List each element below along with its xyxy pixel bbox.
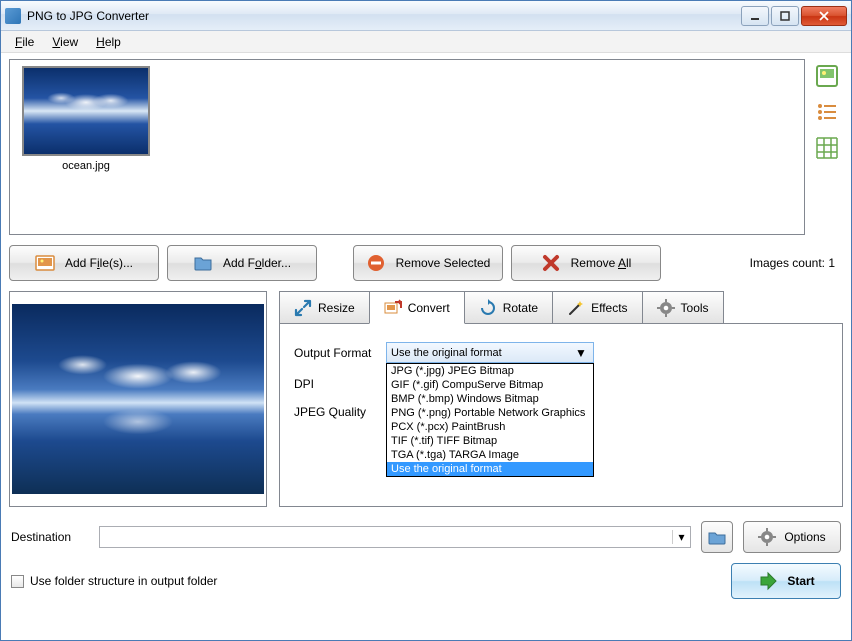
remove-selected-button[interactable]: Remove Selected (353, 245, 503, 281)
tab-effects[interactable]: Effects (552, 291, 642, 323)
output-format-select[interactable]: Use the original format ▼ (386, 342, 594, 363)
app-icon (5, 8, 21, 24)
effects-icon (567, 299, 585, 317)
dpi-label: DPI (294, 377, 386, 391)
file-thumbnail-label: ocean.jpg (16, 160, 156, 172)
tab-convert[interactable]: Convert (369, 291, 465, 324)
gear-icon (758, 528, 776, 546)
close-button[interactable] (801, 6, 847, 26)
remove-all-label: Remove All (571, 256, 632, 270)
thumbnail-view-icon[interactable] (814, 63, 840, 89)
chevron-down-icon: ▼ (573, 346, 589, 360)
dropdown-option[interactable]: TGA (*.tga) TARGA Image (387, 448, 593, 462)
remove-selected-label: Remove Selected (396, 256, 491, 270)
dropdown-option[interactable]: BMP (*.bmp) Windows Bitmap (387, 392, 593, 406)
minimize-button[interactable] (741, 6, 769, 26)
play-arrow-icon (757, 571, 777, 591)
folder-icon (193, 253, 213, 273)
destination-row: Destination ▾ Options (9, 521, 843, 553)
add-files-label: Add File(s)... (65, 256, 133, 270)
menu-help[interactable]: Help (88, 33, 129, 51)
start-button[interactable]: Start (731, 563, 841, 599)
toolbar: Add File(s)... Add Folder... Remove Sele… (9, 245, 843, 281)
destination-label: Destination (11, 530, 89, 544)
view-mode-tools (811, 59, 843, 235)
bottom-row: Use folder structure in output folder St… (9, 563, 843, 599)
dropdown-option[interactable]: PNG (*.png) Portable Network Graphics (387, 406, 593, 420)
output-format-dropdown[interactable]: JPG (*.jpg) JPEG Bitmap GIF (*.gif) Comp… (386, 363, 594, 477)
dropdown-option[interactable]: GIF (*.gif) CompuServe Bitmap (387, 378, 593, 392)
add-folder-button[interactable]: Add Folder... (167, 245, 317, 281)
menu-view[interactable]: View (44, 33, 86, 51)
tab-tools[interactable]: Tools (642, 291, 724, 323)
resize-icon (294, 299, 312, 317)
menu-bar: File View Help (1, 31, 851, 53)
jpeg-quality-label: JPEG Quality (294, 405, 386, 419)
folder-structure-checkbox[interactable]: Use folder structure in output folder (11, 574, 217, 588)
remove-all-icon (541, 253, 561, 273)
options-button[interactable]: Options (743, 521, 841, 553)
file-list-area[interactable]: ocean.jpg (9, 59, 805, 235)
content-area: ocean.jpg Add File(s)... Add Folder... (1, 53, 851, 607)
preview-image (12, 304, 264, 494)
images-count-label: Images count: 1 (750, 256, 835, 270)
file-thumbnail-image (22, 66, 150, 156)
picture-icon (35, 253, 55, 273)
tab-rotate[interactable]: Rotate (464, 291, 553, 323)
folder-open-icon (707, 527, 727, 547)
remove-all-button[interactable]: Remove All (511, 245, 661, 281)
gear-icon (657, 299, 675, 317)
add-folder-label: Add Folder... (223, 256, 291, 270)
checkbox-icon (11, 575, 24, 588)
rotate-icon (479, 299, 497, 317)
window-title: PNG to JPG Converter (27, 9, 741, 23)
title-bar: PNG to JPG Converter (1, 1, 851, 31)
destination-input[interactable]: ▾ (99, 526, 691, 548)
browse-folder-button[interactable] (701, 521, 733, 553)
add-files-button[interactable]: Add File(s)... (9, 245, 159, 281)
settings-panel: Resize Convert Rotate Effects Tools (279, 291, 843, 507)
dropdown-option[interactable]: TIF (*.tif) TIFF Bitmap (387, 434, 593, 448)
menu-file[interactable]: File (7, 33, 42, 51)
tab-strip: Resize Convert Rotate Effects Tools (279, 291, 843, 323)
output-format-label: Output Format (294, 346, 386, 360)
chevron-down-icon[interactable]: ▾ (672, 530, 690, 544)
window-buttons (741, 6, 847, 26)
remove-icon (366, 253, 386, 273)
dropdown-option[interactable]: JPG (*.jpg) JPEG Bitmap (387, 364, 593, 378)
dropdown-option[interactable]: PCX (*.pcx) PaintBrush (387, 420, 593, 434)
file-thumbnail-item[interactable]: ocean.jpg (16, 66, 156, 172)
list-view-icon[interactable] (814, 99, 840, 125)
tab-resize[interactable]: Resize (279, 291, 370, 323)
convert-icon (384, 299, 402, 317)
maximize-button[interactable] (771, 6, 799, 26)
dropdown-option[interactable]: Use the original format (387, 462, 593, 476)
convert-tab-body: Output Format Use the original format ▼ … (279, 323, 843, 507)
output-format-value: Use the original format (391, 347, 573, 359)
preview-panel (9, 291, 267, 507)
grid-view-icon[interactable] (814, 135, 840, 161)
